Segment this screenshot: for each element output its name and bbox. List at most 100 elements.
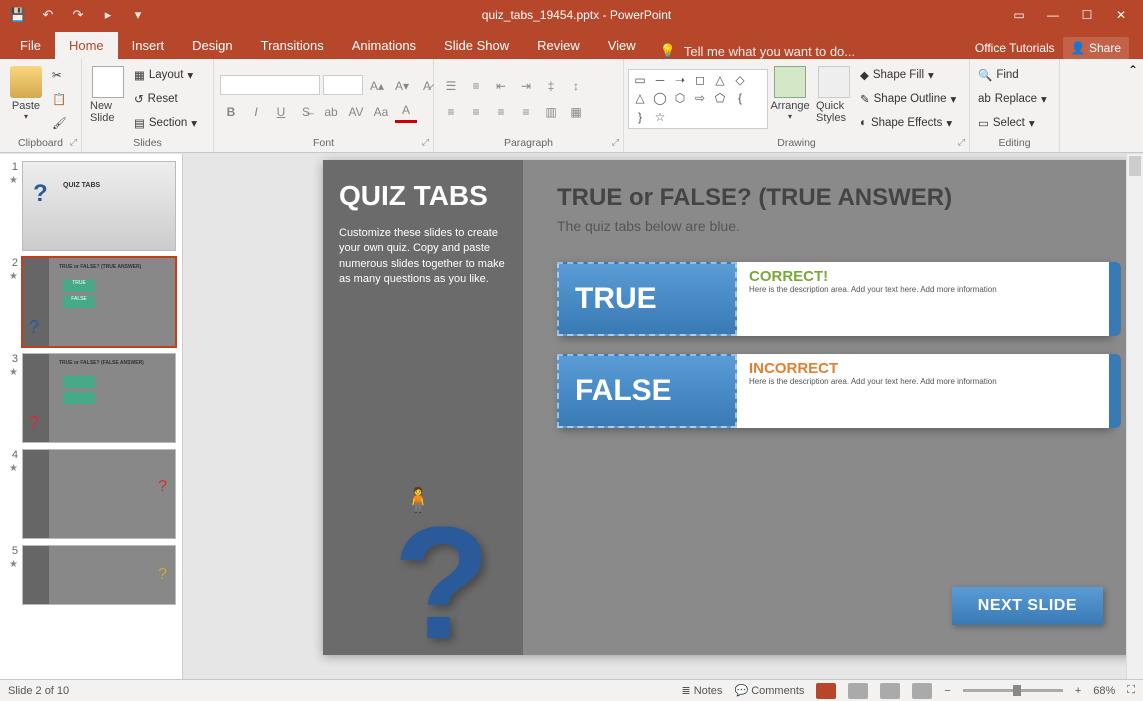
tab-review[interactable]: Review [523,32,594,59]
drawing-dialog-launcher[interactable]: ⤢ [958,137,965,148]
format-painter-button[interactable]: 🖌 [50,112,69,134]
normal-view-button[interactable] [816,683,836,699]
slide-editor[interactable]: QUIZ TABS Customize these slides to crea… [183,154,1143,679]
answer-correct-heading: CORRECT! [749,268,1097,285]
current-slide[interactable]: QUIZ TABS Customize these slides to crea… [323,160,1143,655]
slide-counter[interactable]: Slide 2 of 10 [8,685,681,697]
select-button[interactable]: ▭ Select ▾ [976,112,1049,134]
smartart-button[interactable]: ▦ [565,101,587,123]
text-direction-button[interactable]: ↕ [565,75,587,97]
save-button[interactable]: 💾 [10,7,26,23]
thumbnail-1[interactable]: 1★ ? QUIZ TABS [0,158,182,254]
align-center-button[interactable]: ≡ [465,101,487,123]
question-mark-icon: ? [393,491,491,675]
close-button[interactable]: ✕ [1113,8,1129,22]
arrange-button[interactable]: Arrange▾ [768,64,812,134]
numbering-button[interactable]: ≡ [465,75,487,97]
clipboard-dialog-launcher[interactable]: ⤢ [70,137,77,148]
underline-button[interactable]: U [270,101,292,123]
font-dialog-launcher[interactable]: ⤢ [422,137,429,148]
change-case-button[interactable]: Aa [370,101,392,123]
maximize-button[interactable]: ☐ [1079,8,1095,22]
find-button[interactable]: 🔍 Find [976,64,1049,86]
layout-button[interactable]: ▦ Layout ▾ [132,64,199,86]
zoom-in-button[interactable]: + [1075,685,1081,697]
tab-slideshow[interactable]: Slide Show [430,32,523,59]
group-label-drawing: Drawing⤢ [624,136,969,150]
workspace: 1★ ? QUIZ TABS 2★ TRUE or FALSE? (TRUE A… [0,154,1143,679]
bullets-button[interactable]: ☰ [440,75,462,97]
reset-button[interactable]: ↺ Reset [132,88,199,110]
shape-outline-button[interactable]: ✎ Shape Outline ▾ [858,88,958,110]
notes-button[interactable]: ≣ Notes [681,684,722,697]
paragraph-dialog-launcher[interactable]: ⤢ [612,137,619,148]
office-tutorials-link[interactable]: Office Tutorials [975,41,1055,55]
slide-left-panel: QUIZ TABS Customize these slides to crea… [323,160,523,655]
comments-button[interactable]: 💬 Comments [734,684,804,697]
bold-button[interactable]: B [220,101,242,123]
qat-dropdown[interactable]: ▾ [130,7,146,23]
copy-button[interactable]: 📋 [50,88,69,110]
slideshow-view-button[interactable] [912,683,932,699]
thumbnail-3[interactable]: 3★ TRUE or FALSE? (FALSE ANSWER) ? [0,350,182,446]
thumbnail-5[interactable]: 5★ ? [0,542,182,608]
shadow-button[interactable]: ab [320,101,342,123]
slide-title: QUIZ TABS [339,180,507,212]
quick-styles-button[interactable]: Quick Styles [812,64,856,134]
italic-button[interactable]: I [245,101,267,123]
align-left-button[interactable]: ≡ [440,101,462,123]
file-tab[interactable]: File [6,32,55,59]
share-button[interactable]: 👤 Share [1063,37,1129,59]
editor-scrollbar[interactable] [1126,154,1143,679]
align-right-button[interactable]: ≡ [490,101,512,123]
increase-indent-button[interactable]: ⇥ [515,75,537,97]
decrease-font-button[interactable]: A▾ [391,75,413,97]
tab-insert[interactable]: Insert [118,32,179,59]
line-spacing-button[interactable]: ‡ [540,75,562,97]
animation-star-icon: ★ [9,175,18,186]
titlebar: 💾 ↶ ↷ ▸ ▾ quiz_tabs_19454.pptx - PowerPo… [0,0,1143,29]
justify-button[interactable]: ≡ [515,101,537,123]
new-slide-button[interactable]: New Slide [86,64,130,134]
tab-view[interactable]: View [594,32,650,59]
tab-animations[interactable]: Animations [338,32,430,59]
columns-button[interactable]: ▥ [540,101,562,123]
thumbnail-4[interactable]: 4★ ? [0,446,182,542]
undo-button[interactable]: ↶ [40,7,56,23]
tab-design[interactable]: Design [178,32,246,59]
increase-font-button[interactable]: A▴ [366,75,388,97]
decrease-indent-button[interactable]: ⇤ [490,75,512,97]
zoom-out-button[interactable]: − [944,685,950,697]
shape-effects-button[interactable]: ◐ Shape Effects ▾ [858,112,958,134]
group-label-clipboard: Clipboard⤢ [0,136,81,150]
thumbnail-2[interactable]: 2★ TRUE or FALSE? (TRUE ANSWER) TRUE FAL… [0,254,182,350]
replace-button[interactable]: ab Replace ▾ [976,88,1049,110]
zoom-slider[interactable] [963,689,1063,692]
strikethrough-button[interactable]: S̶ [295,101,317,123]
tab-home[interactable]: Home [55,32,118,59]
answer-true: TRUE CORRECT!Here is the description are… [557,262,1109,336]
question-heading: TRUE or FALSE? (TRUE ANSWER) [557,184,1109,212]
font-color-button[interactable]: A [395,101,417,123]
minimize-button[interactable]: — [1045,8,1061,22]
redo-button[interactable]: ↷ [70,7,86,23]
collapse-ribbon-button[interactable]: ⌃ [1123,59,1143,152]
slide-sorter-button[interactable] [848,683,868,699]
statusbar: Slide 2 of 10 ≣ Notes 💬 Comments − + 68%… [0,679,1143,701]
shapes-gallery[interactable]: ▭─➝◻△◇△◯⬡⇨⬠{}☆ [628,69,768,129]
shape-fill-button[interactable]: ◆ Shape Fill ▾ [858,64,958,86]
ribbon-options-button[interactable]: ▭ [1011,8,1027,22]
section-button[interactable]: ▤ Section ▾ [132,112,199,134]
tell-me-search[interactable]: 💡Tell me what you want to do... [650,43,967,59]
fit-to-window-button[interactable]: ⛶ [1127,684,1135,697]
zoom-level[interactable]: 68% [1093,685,1115,697]
font-size-select[interactable] [323,75,363,95]
reading-view-button[interactable] [880,683,900,699]
answer-incorrect-heading: INCORRECT [749,360,1097,377]
paste-button[interactable]: Paste▾ [4,64,48,134]
tab-transitions[interactable]: Transitions [247,32,338,59]
start-from-beginning-button[interactable]: ▸ [100,7,116,23]
font-family-select[interactable] [220,75,320,95]
cut-button[interactable]: ✂ [50,64,69,86]
char-spacing-button[interactable]: AV [345,101,367,123]
